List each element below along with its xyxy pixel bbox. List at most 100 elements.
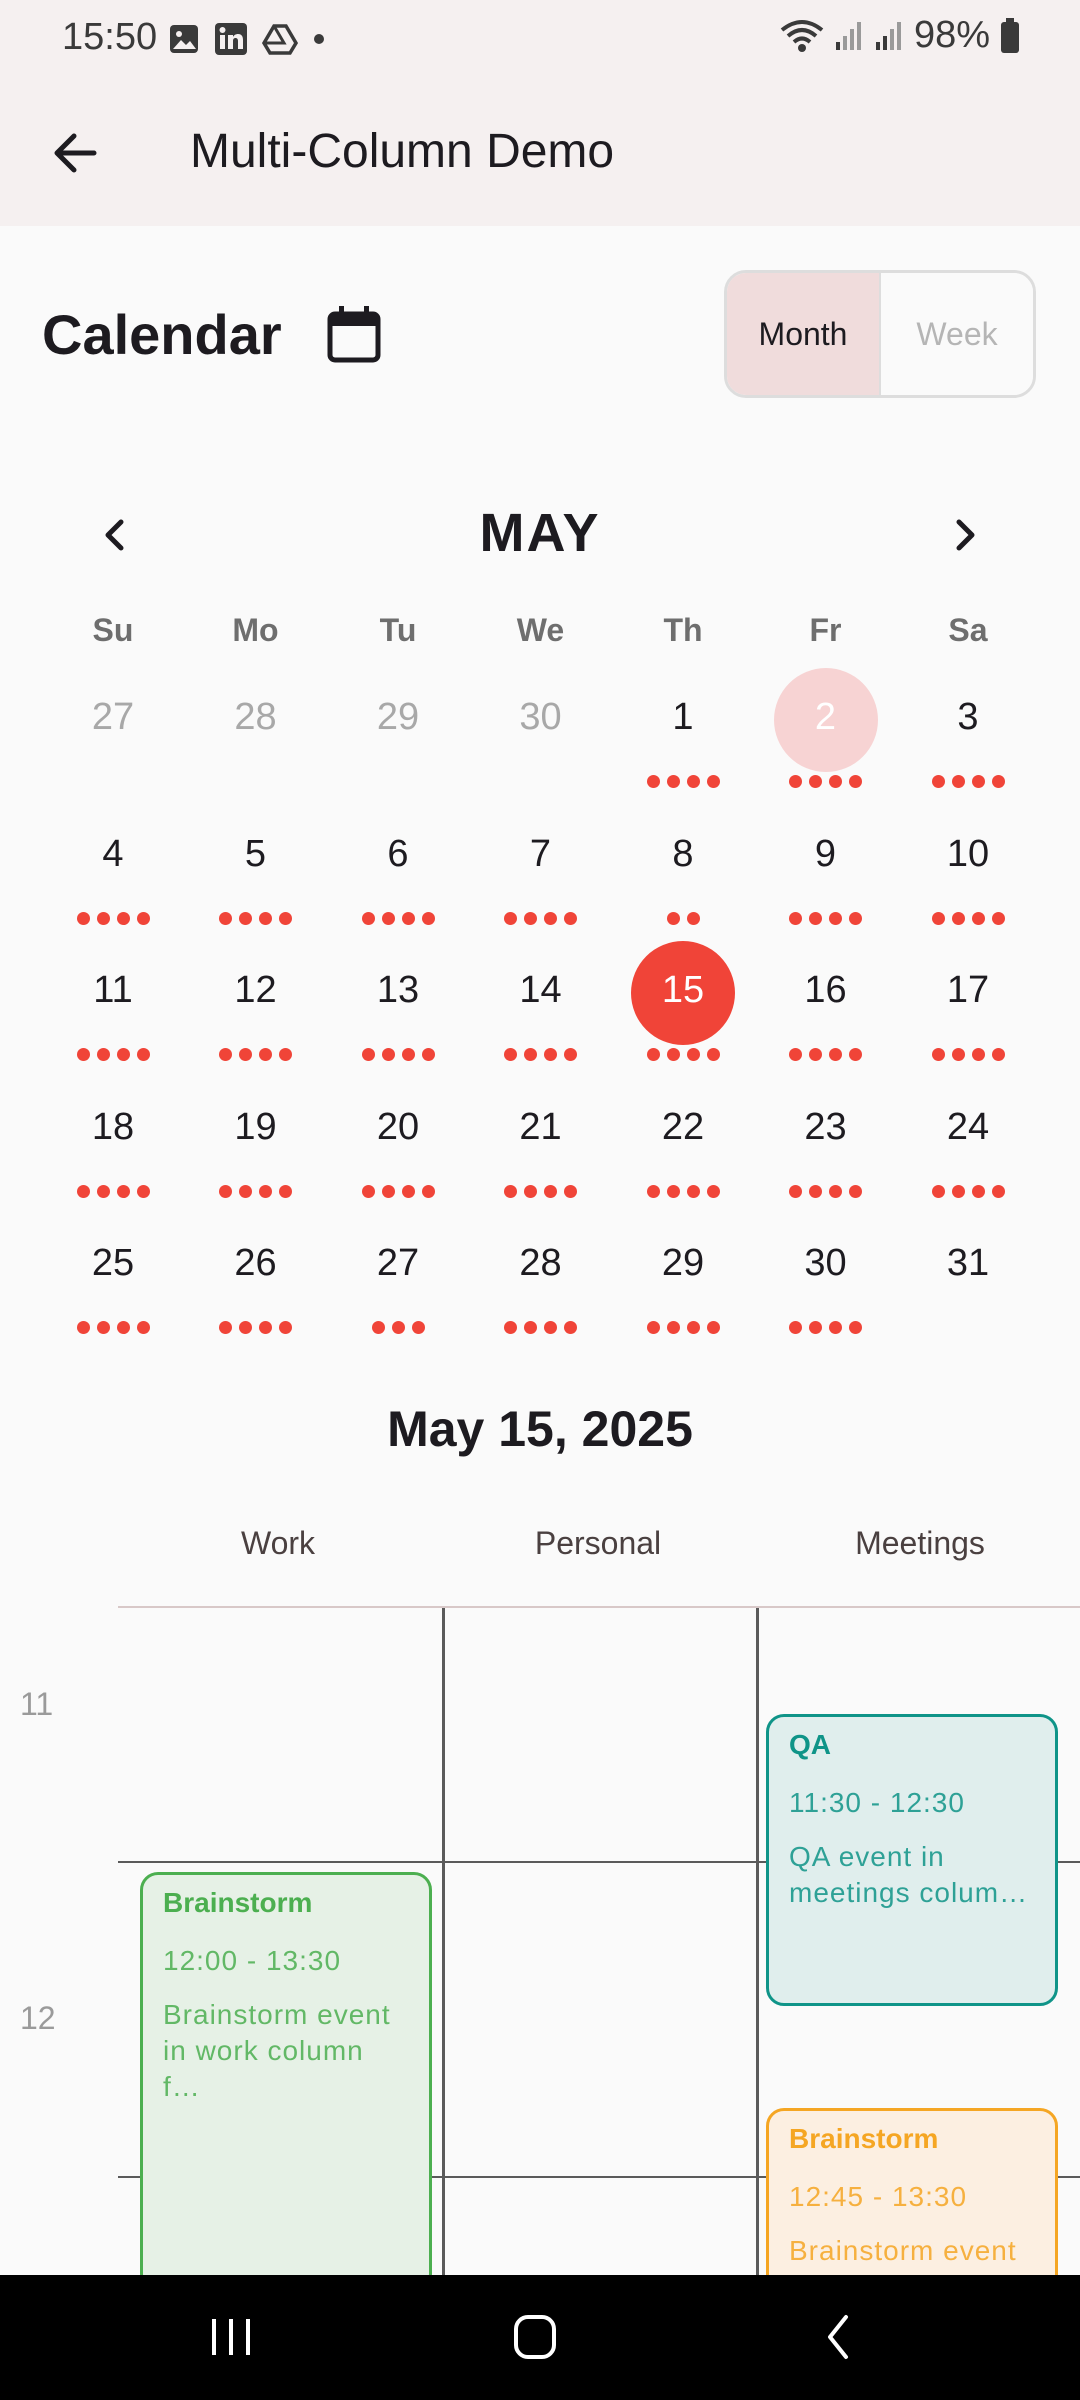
event-indicator-dots: [327, 1321, 469, 1334]
event-indicator-dots: [755, 775, 897, 788]
event-dot: [564, 911, 577, 925]
event-dot: [829, 775, 842, 788]
event-dot: [544, 1048, 557, 1061]
calendar-day[interactable]: 23: [755, 1106, 897, 1149]
month-view-button[interactable]: Month: [727, 273, 881, 395]
event-dot: [116, 1321, 130, 1334]
calendar-day[interactable]: 30: [470, 696, 612, 739]
event-dot: [544, 1321, 557, 1334]
event-indicator-dots: [897, 911, 1039, 925]
event-dot: [849, 911, 862, 925]
event-dot: [951, 775, 965, 788]
calendar-day[interactable]: 27: [42, 696, 184, 739]
calendar-day[interactable]: 8: [612, 833, 754, 876]
calendar-day[interactable]: 7: [470, 833, 612, 876]
event-dot: [686, 775, 700, 788]
calendar-day[interactable]: 2: [755, 696, 897, 739]
event-dot: [96, 1184, 110, 1198]
calendar-day[interactable]: 4: [42, 833, 184, 876]
event-dot: [239, 911, 252, 925]
calendar-day[interactable]: 26: [185, 1242, 327, 1285]
event-dot: [524, 1321, 537, 1334]
calendar-day[interactable]: 24: [897, 1106, 1039, 1149]
calendar-day[interactable]: 28: [185, 696, 327, 739]
calendar-day[interactable]: 9: [755, 833, 897, 876]
calendar-day[interactable]: 16: [755, 969, 897, 1012]
calendar-day[interactable]: 17: [897, 969, 1039, 1012]
event-dot: [96, 1048, 110, 1061]
event-dot: [504, 1321, 517, 1334]
calendar-day[interactable]: 14: [470, 969, 612, 1012]
event-dot: [564, 1184, 577, 1198]
event-dot: [381, 1184, 395, 1198]
event-card-qa[interactable]: QA 11:30 - 12:30 QA event in meetings co…: [766, 1714, 1058, 2006]
event-indicator-dots: [755, 1184, 897, 1198]
event-dot: [646, 775, 660, 788]
event-dot: [706, 1321, 720, 1334]
home-icon[interactable]: [512, 2311, 558, 2363]
calendar-day[interactable]: 28: [470, 1242, 612, 1285]
event-dot: [96, 911, 110, 925]
linkedin-icon: [215, 23, 247, 55]
calendar-day[interactable]: 25: [42, 1242, 184, 1285]
calendar-day[interactable]: 11: [42, 969, 184, 1012]
event-dot: [971, 775, 985, 788]
event-dot: [951, 1048, 965, 1061]
calendar-day[interactable]: 5: [185, 833, 327, 876]
event-dot: [401, 1048, 415, 1061]
event-indicator-dots: [897, 1048, 1039, 1061]
event-dot: [951, 1184, 965, 1198]
calendar-day[interactable]: 21: [470, 1106, 612, 1149]
calendar-day[interactable]: 6: [327, 833, 469, 876]
calendar-day[interactable]: 20: [327, 1106, 469, 1149]
wifi-icon: [780, 19, 824, 52]
event-indicator-dots: [470, 1321, 612, 1334]
calendar-day[interactable]: 18: [42, 1106, 184, 1149]
event-indicator-dots: [897, 775, 1039, 788]
event-indicator-dots: [185, 1048, 327, 1061]
chevron-right-icon[interactable]: [940, 510, 990, 560]
battery-icon: [1001, 17, 1019, 53]
event-indicator-dots: [755, 1321, 897, 1334]
calendar-day[interactable]: 12: [185, 969, 327, 1012]
event-description: Brainstorm event in work column f…: [163, 1999, 391, 2102]
event-dot: [219, 1321, 232, 1334]
event-dot: [991, 1184, 1005, 1198]
weekday-label: Tu: [379, 612, 417, 648]
recents-icon[interactable]: [208, 2313, 254, 2361]
back-nav-icon[interactable]: [820, 2311, 856, 2363]
calendar-day[interactable]: 29: [327, 696, 469, 739]
event-dot: [809, 1048, 822, 1061]
calendar-icon[interactable]: [322, 302, 386, 366]
calendar-day[interactable]: 27: [327, 1242, 469, 1285]
event-dot: [706, 775, 720, 788]
calendar-day[interactable]: 3: [897, 696, 1039, 739]
event-dot: [116, 911, 130, 925]
image-icon: [170, 25, 198, 53]
event-dot: [279, 1321, 292, 1334]
grid-top-line: [118, 1606, 1080, 1608]
calendar-day[interactable]: 19: [185, 1106, 327, 1149]
event-card-brainstorm-work[interactable]: Brainstorm 12:00 - 13:30 Brainstorm even…: [140, 1872, 432, 2292]
calendar-day[interactable]: 31: [897, 1242, 1039, 1285]
week-view-button[interactable]: Week: [881, 273, 1033, 395]
event-dot: [116, 1184, 130, 1198]
hour-label: 11: [20, 1686, 54, 1722]
back-arrow-icon[interactable]: [42, 120, 108, 186]
event-title: QA: [789, 1729, 831, 1760]
event-dot: [666, 911, 680, 925]
calendar-day[interactable]: 30: [755, 1242, 897, 1285]
calendar-day[interactable]: 22: [612, 1106, 754, 1149]
calendar-day[interactable]: 1: [612, 696, 754, 739]
event-dot: [564, 1321, 577, 1334]
event-dot: [391, 1321, 405, 1334]
event-dot: [829, 1321, 842, 1334]
event-indicator-dots: [470, 1184, 612, 1198]
calendar-day[interactable]: 10: [897, 833, 1039, 876]
event-dot: [136, 911, 150, 925]
event-time: 11:30 - 12:30: [789, 1787, 965, 1818]
event-dot: [259, 1184, 272, 1198]
calendar-day[interactable]: 15: [612, 969, 754, 1012]
calendar-day[interactable]: 13: [327, 969, 469, 1012]
calendar-day[interactable]: 29: [612, 1242, 754, 1285]
